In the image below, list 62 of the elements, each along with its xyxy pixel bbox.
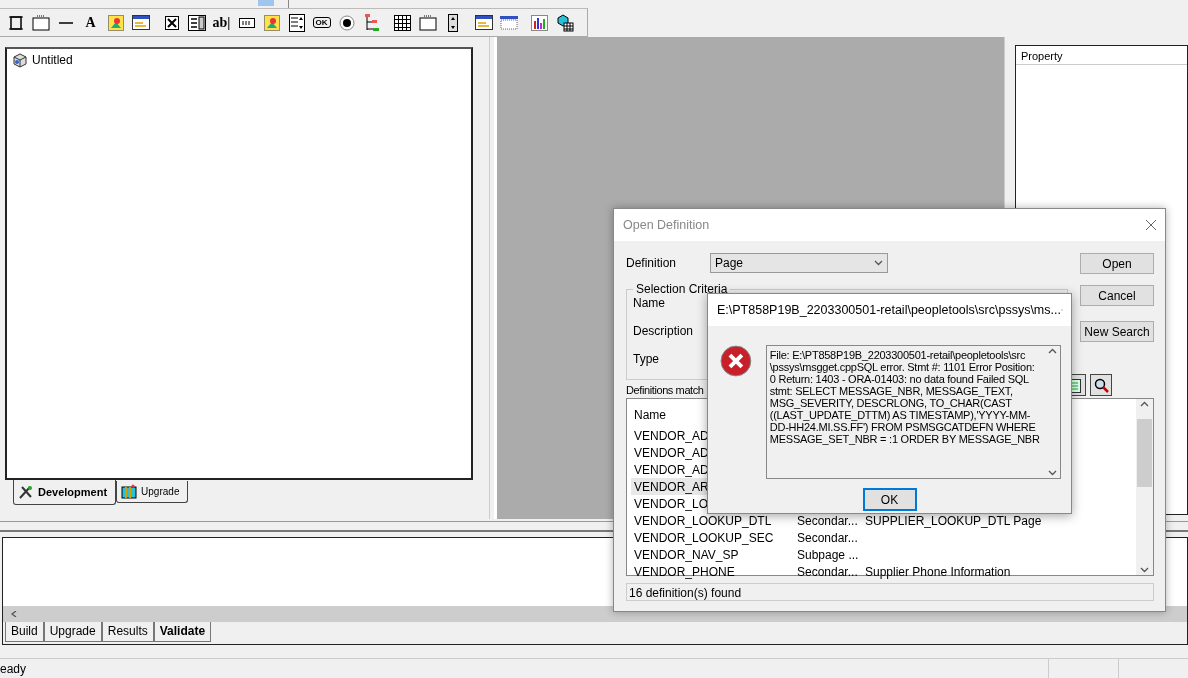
output-tab[interactable]: Results	[101, 622, 154, 643]
books-icon	[121, 484, 138, 500]
field-label: Name	[633, 296, 665, 310]
output-tab[interactable]: Validate	[153, 622, 212, 643]
definition-dropdown[interactable]: Page	[710, 253, 888, 273]
field-label: Description	[633, 324, 694, 338]
column-header: Property	[1016, 46, 1187, 66]
scroll-down-icon[interactable]	[1047, 470, 1057, 476]
list-row[interactable]: VENDOR_NAV_SP Subpage ...	[631, 546, 1133, 563]
field-label: Type	[633, 352, 659, 366]
ok-button[interactable]: OK	[863, 489, 916, 510]
error-icon	[720, 345, 752, 377]
name-cell-text: VENDOR_AD	[634, 462, 710, 477]
output-tab[interactable]: Build	[5, 622, 44, 643]
dialog-title: Open Definition	[623, 218, 710, 232]
dialog-button[interactable]: New Search	[1080, 321, 1154, 342]
message-line: MSG_SEVERITY, DESCRLONG, TO_CHAR(CAST	[769, 397, 1013, 409]
scroll-up-icon[interactable]	[1140, 401, 1149, 407]
project-tab[interactable]: Upgrade	[116, 481, 189, 504]
message-line: MESSAGE_SET_NBR = :1 ORDER BY MESSAGE_NBR	[769, 433, 1041, 445]
search-button[interactable]	[1090, 374, 1112, 396]
description-cell-text: Supplier Phone Information	[865, 564, 1012, 579]
group-label: Selection Criteria	[635, 282, 729, 296]
status-field: 16 definition(s) found	[626, 583, 1154, 601]
caret-icon[interactable]	[874, 260, 883, 266]
message-line: ((LAST_UPDATE_DTTM) AS TIMESTAMP),'YYYY-MM-	[769, 409, 1032, 421]
list-label: Definitions match	[626, 384, 704, 396]
message-line: stmt: SELECT MESSAGE_NBR, MESSAGE_TEXT,	[769, 385, 1014, 397]
list-row[interactable]: VENDOR_PHONE Secondar... Supplier Phone Information	[631, 563, 1133, 580]
name-cell-text: VENDOR_AR	[634, 479, 710, 494]
type-cell-text: Secondar...	[797, 513, 859, 528]
tree-item[interactable]: Untitled	[32, 53, 73, 68]
list-row[interactable]: VENDOR_LOOKUP_SEC Secondar...	[631, 529, 1133, 546]
project-icon	[12, 52, 28, 69]
tools-icon	[18, 484, 34, 501]
type-cell-text: Subpage ...	[797, 547, 860, 562]
name-cell-text: VENDOR_NAV_SP	[634, 547, 740, 562]
message-line: File: E:\PT858P19B_2203300501-retail\peopletools\src	[769, 349, 1027, 361]
status-text: eady	[0, 661, 27, 676]
message-line: 0 Return: 1403 - ORA-01403: no data found Failed SQL	[769, 373, 1030, 385]
output-tab[interactable]: Upgrade	[43, 622, 102, 643]
field-label: Definition	[626, 256, 678, 270]
message-line: \pssys\msgget.cppSQL error. Stmt #: 1101 Error Position:	[769, 361, 1036, 373]
scroll-left-icon[interactable]	[10, 611, 19, 618]
dialog-title: E:\PT858P19B_2203300501-retail\peopletools\src\pssys\ms...	[717, 303, 1061, 317]
column-header: Name	[633, 407, 666, 424]
type-cell-text: Secondar...	[797, 564, 859, 579]
scroll-down-icon[interactable]	[1140, 567, 1149, 573]
type-cell-text: Secondar...	[797, 530, 859, 545]
name-cell-text: VENDOR_AD	[634, 445, 710, 460]
message-line: DD-HH24.MI.SS.FF') FROM PSMSGCATDEFN WHERE	[769, 421, 1037, 433]
dialog-button[interactable]: Cancel	[1080, 285, 1154, 306]
name-cell-text: VENDOR_LOOKUP_DTL	[634, 513, 773, 528]
list-row[interactable]: VENDOR_LOOKUP_DTL Secondar... SUPPLIER_LOOKUP_DTL Page	[631, 512, 1133, 529]
name-cell-text: VENDOR_LOOKUP_SEC	[634, 530, 775, 545]
dialog-button[interactable]: Open	[1080, 253, 1154, 274]
description-cell-text: SUPPLIER_LOOKUP_DTL Page	[865, 513, 1043, 528]
text-tool-icon[interactable]: ab|	[209, 11, 234, 34]
project-tab[interactable]: Development	[13, 480, 117, 506]
text-tool-icon[interactable]: A	[78, 11, 103, 34]
scroll-up-icon[interactable]	[1047, 348, 1057, 354]
name-cell-text: VENDOR_PHONE	[634, 564, 736, 579]
